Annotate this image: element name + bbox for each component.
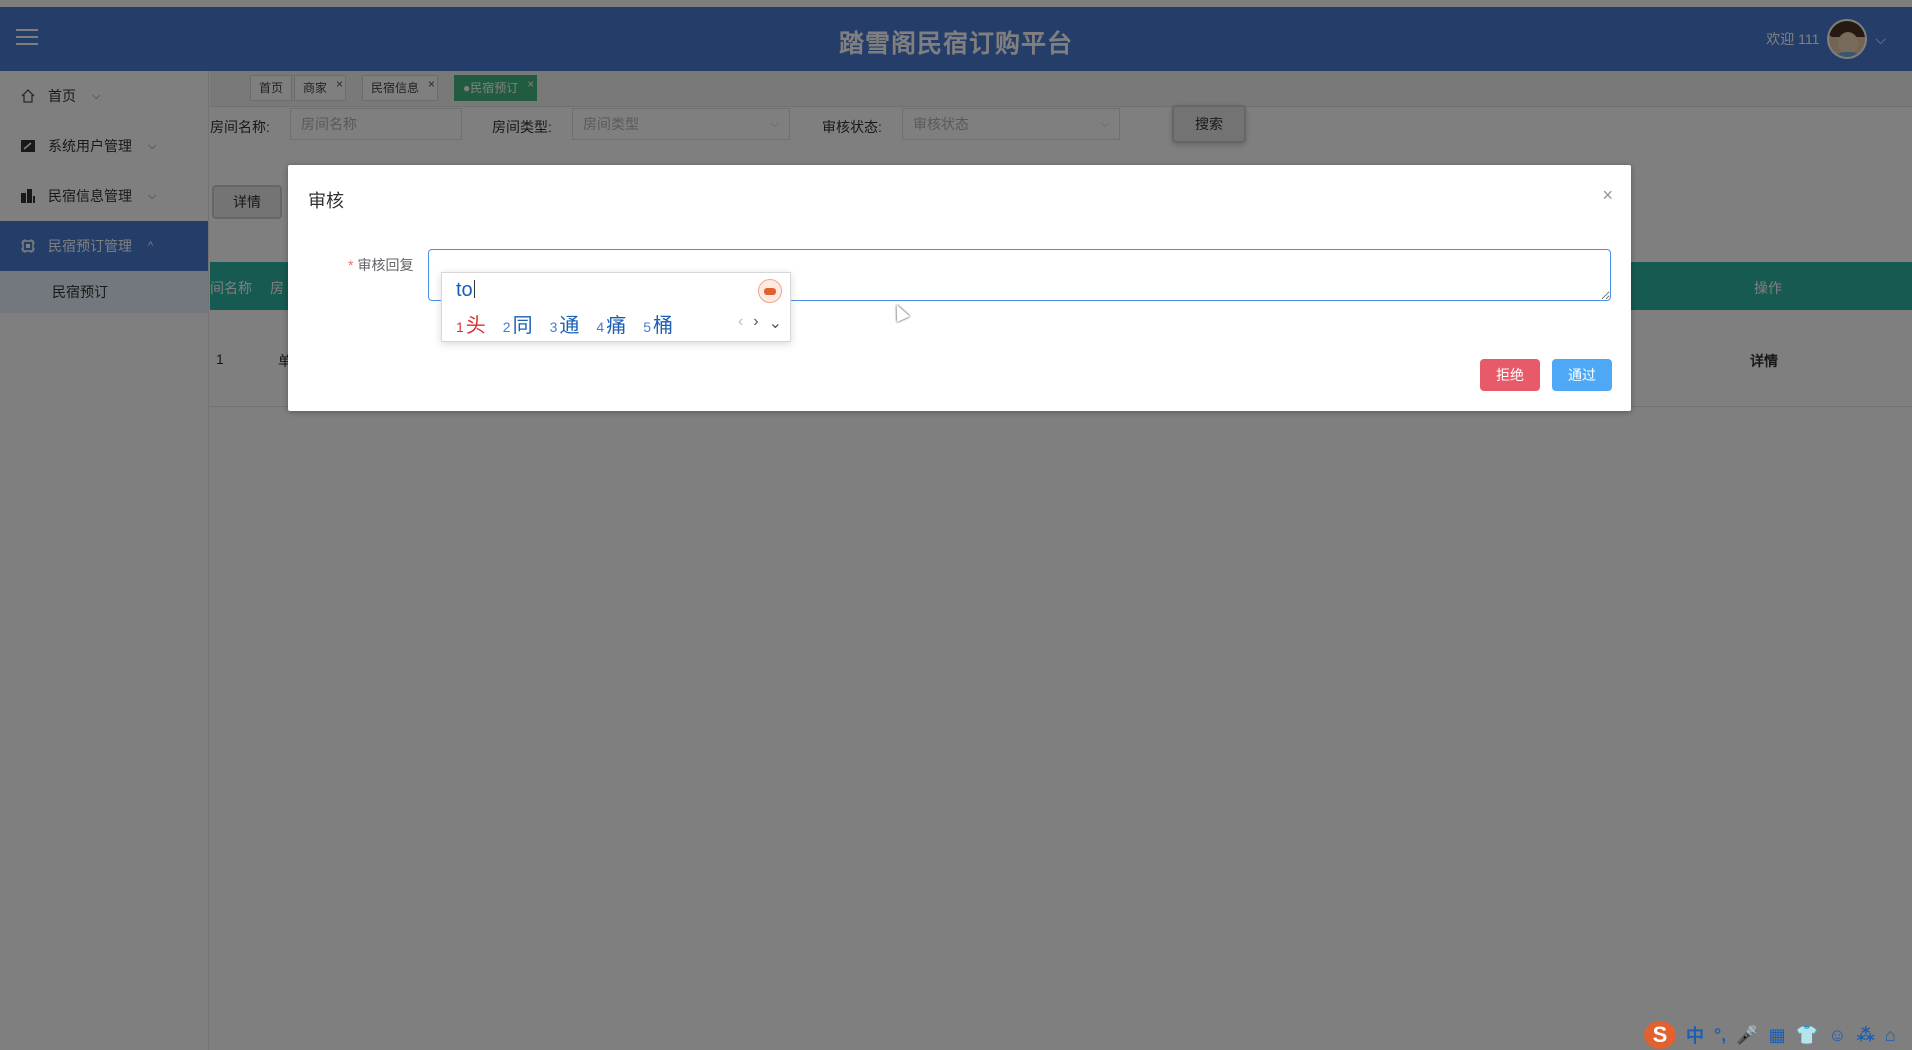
ime-composition: to bbox=[456, 279, 475, 302]
ime-candidate[interactable]: 4痛 bbox=[596, 309, 626, 338]
candidate-number: 4 bbox=[596, 319, 605, 335]
ime-composition-text: to bbox=[456, 279, 473, 301]
pass-button[interactable]: 通过 bbox=[1552, 359, 1612, 391]
settings-icon[interactable]: ⌂ bbox=[1885, 1025, 1896, 1046]
ime-chinese-mode[interactable]: 中 bbox=[1686, 1022, 1704, 1048]
toolbox-icon[interactable]: ⁂ bbox=[1856, 1025, 1874, 1046]
candidate-number: 2 bbox=[502, 319, 511, 335]
ime-candidate[interactable]: 1头 bbox=[456, 309, 486, 338]
candidate-char: 痛 bbox=[606, 315, 627, 337]
ime-candidates: 1头 2同 3通 4痛 5桶 bbox=[456, 309, 673, 338]
keyboard-icon[interactable]: ▦ bbox=[1769, 1025, 1786, 1046]
ime-candidate[interactable]: 2同 bbox=[503, 309, 533, 338]
ime-candidate-popup: to 1头 2同 3通 4痛 5桶 ‹ › ⌄ bbox=[441, 272, 791, 342]
ime-toolbar: S 中 °, 🎤 ▦ 👕 ☺ ⁂ ⌂ bbox=[1638, 1020, 1912, 1050]
reply-label: * 审核回复 bbox=[348, 255, 413, 275]
reject-button[interactable]: 拒绝 bbox=[1480, 359, 1540, 391]
required-mark: * bbox=[348, 257, 354, 273]
ime-logo-icon[interactable] bbox=[758, 279, 782, 303]
candidate-char: 通 bbox=[559, 315, 580, 337]
chevron-down-icon[interactable]: ⌄ bbox=[769, 313, 782, 333]
ime-page-arrows: ‹ › ⌄ bbox=[738, 313, 782, 333]
microphone-icon[interactable]: 🎤 bbox=[1736, 1025, 1758, 1046]
ime-candidate[interactable]: 5桶 bbox=[643, 309, 673, 338]
candidate-char: 桶 bbox=[652, 315, 673, 337]
candidate-number: 3 bbox=[549, 319, 558, 335]
candidate-number: 1 bbox=[456, 319, 464, 335]
chevron-left-icon[interactable]: ‹ bbox=[738, 313, 743, 333]
sogou-logo-icon[interactable]: S bbox=[1644, 1021, 1676, 1049]
ime-punctuation-icon[interactable]: °, bbox=[1714, 1025, 1726, 1046]
dialog-title: 审核 bbox=[308, 191, 344, 211]
reply-label-text: 审核回复 bbox=[357, 257, 414, 273]
skin-icon[interactable]: 👕 bbox=[1796, 1025, 1818, 1046]
candidate-char: 头 bbox=[465, 315, 486, 337]
candidate-number: 5 bbox=[643, 319, 651, 335]
chevron-right-icon[interactable]: › bbox=[753, 313, 758, 333]
close-icon[interactable]: × bbox=[1602, 185, 1613, 206]
modal-mask bbox=[0, 0, 1912, 1050]
ime-candidate[interactable]: 3通 bbox=[550, 309, 580, 338]
candidate-char: 同 bbox=[512, 315, 533, 337]
emoji-icon[interactable]: ☺ bbox=[1828, 1025, 1846, 1046]
